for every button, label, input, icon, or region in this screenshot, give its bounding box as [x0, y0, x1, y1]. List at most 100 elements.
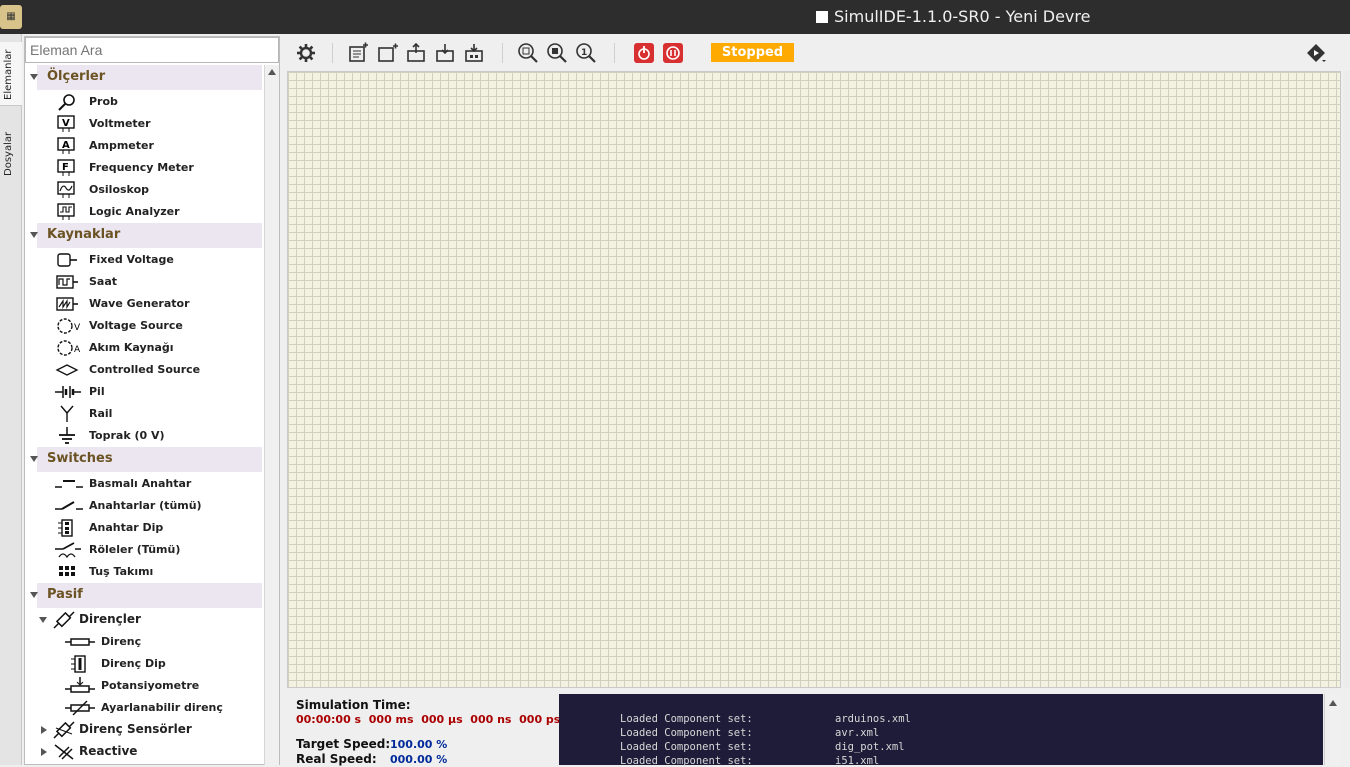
log-file: avr.xml	[835, 727, 880, 739]
chevron-right-icon[interactable]	[41, 726, 47, 734]
frequency-meter-icon: F	[55, 159, 79, 177]
item-label: Akım Kaynağı	[89, 341, 174, 354]
open-button[interactable]	[405, 41, 429, 65]
list-item-potansiyometre[interactable]: Potansiyometre	[65, 675, 263, 697]
list-item-controlled-source[interactable]: Controlled Source	[53, 359, 263, 381]
svg-text:A: A	[62, 140, 70, 151]
target-speed-value: 100.00 %	[390, 738, 448, 751]
list-item-direnc-dip[interactable]: Direnç Dip	[65, 653, 263, 675]
log-scrollbar[interactable]	[1324, 694, 1340, 765]
chevron-down-icon[interactable]	[30, 232, 38, 238]
list-item-saat[interactable]: Saat	[53, 271, 263, 293]
variable-resistor-icon	[65, 699, 95, 717]
settings-button[interactable]	[294, 41, 318, 65]
zoom-fit-icon	[518, 43, 538, 63]
category-kaynaklar[interactable]: Kaynaklar	[30, 223, 262, 248]
list-item-osiloskop[interactable]: Osiloskop	[53, 179, 263, 201]
list-item-voltage-source[interactable]: V Voltage Source	[53, 315, 263, 337]
keypad-icon	[55, 563, 79, 581]
simulation-panel: Simulation Time: 00:00:00 s 000 ms 000 µ…	[287, 690, 1350, 767]
toolbar: 1 Stopped	[284, 36, 1350, 70]
item-label: Toprak (0 V)	[89, 429, 165, 442]
zoom-one-button[interactable]: 1	[574, 41, 598, 65]
component-search-input[interactable]	[25, 37, 279, 63]
tab-components-label: Elemanlar	[3, 49, 14, 100]
save-button[interactable]	[434, 41, 458, 65]
category-pasif[interactable]: Pasif	[30, 583, 262, 608]
probe-icon	[55, 93, 79, 111]
group-direncler[interactable]: Dirençler	[39, 609, 263, 631]
item-label: Direnç	[101, 635, 142, 648]
save-as-button[interactable]	[463, 41, 487, 65]
list-item-frequency-meter[interactable]: F Frequency Meter	[53, 157, 263, 179]
list-item-voltmeter[interactable]: V Voltmeter	[53, 113, 263, 135]
scroll-up-icon[interactable]	[1329, 700, 1337, 706]
chevron-down-icon[interactable]	[30, 456, 38, 462]
app-logo-icon[interactable]: ▦	[0, 5, 22, 29]
window-square-icon	[816, 11, 828, 23]
tab-files[interactable]: Dosyalar	[0, 128, 22, 184]
list-item-pil[interactable]: Pil	[53, 381, 263, 403]
list-item-direnc[interactable]: Direnç	[65, 631, 263, 653]
circuit-canvas[interactable]	[287, 71, 1341, 688]
item-label: Pil	[89, 385, 105, 398]
power-button[interactable]	[632, 41, 656, 65]
list-item-prob[interactable]: Prob	[53, 91, 263, 113]
pause-button[interactable]	[661, 41, 685, 65]
tab-files-label: Dosyalar	[3, 131, 14, 176]
category-switches[interactable]: Switches	[30, 447, 262, 472]
chevron-down-icon[interactable]	[30, 592, 38, 598]
list-item-logic-analyzer[interactable]: Logic Analyzer	[53, 201, 263, 223]
battery-icon	[55, 383, 81, 401]
list-item-wave-generator[interactable]: Wave Generator	[53, 293, 263, 315]
add-file-button[interactable]	[376, 41, 400, 65]
tab-components[interactable]: Elemanlar	[0, 42, 22, 106]
zoom-selected-button[interactable]	[545, 41, 569, 65]
reactive-icon	[53, 743, 75, 761]
list-item-akim-kaynagi[interactable]: A Akım Kaynağı	[53, 337, 263, 359]
side-tab-bar: Elemanlar Dosyalar	[0, 34, 22, 765]
log-message: Loaded Component set:	[620, 713, 753, 725]
chevron-down-icon[interactable]	[39, 617, 47, 623]
chevron-down-icon[interactable]	[30, 74, 38, 80]
list-item-toprak[interactable]: Toprak (0 V)	[53, 425, 263, 447]
tree-scrollbar[interactable]	[264, 65, 279, 765]
simulation-time-value: 00:00:00 s 000 ms 000 µs 000 ns 000 ps	[296, 713, 561, 726]
potentiometer-icon	[65, 677, 95, 695]
list-item-anahtar-dip[interactable]: Anahtar Dip	[53, 517, 263, 539]
debug-button[interactable]	[1304, 41, 1328, 65]
scroll-up-icon[interactable]	[268, 69, 276, 75]
canvas-scrollbar[interactable]	[1343, 71, 1350, 688]
resistor-dip-icon	[65, 655, 95, 673]
list-item-ayarlanabilir-direnc[interactable]: Ayarlanabilir direnç	[65, 697, 263, 719]
gear-icon	[297, 44, 315, 62]
group-direnc-sensorler[interactable]: Direnç Sensörler	[39, 719, 263, 741]
list-item-ampmeter[interactable]: A Ampmeter	[53, 135, 263, 157]
category-label: Ölçerler	[47, 69, 106, 84]
list-item-anahtarlar[interactable]: Anahtarlar (tümü)	[53, 495, 263, 517]
zoom-fit-button[interactable]	[516, 41, 540, 65]
logic-analyzer-icon	[55, 203, 79, 221]
voltage-source-icon: V	[55, 317, 81, 335]
category-olculer[interactable]: Ölçerler	[30, 65, 262, 90]
list-item-basmali-anahtar[interactable]: Basmalı Anahtar	[53, 473, 263, 495]
window-title-text: SimulIDE-1.1.0-SR0 - Yeni Devre	[834, 7, 1091, 26]
item-label: Direnç Dip	[101, 657, 166, 670]
save-icon	[436, 44, 454, 62]
current-source-icon: A	[55, 339, 81, 357]
list-item-rail[interactable]: Rail	[53, 403, 263, 425]
oscilloscope-icon	[55, 181, 79, 199]
target-speed-label: Target Speed:	[296, 737, 391, 751]
component-tree: Ölçerler Prob V Voltmeter A Ampmeter F F…	[25, 65, 263, 765]
new-circuit-button[interactable]	[347, 41, 371, 65]
list-item-tus-takimi[interactable]: Tuş Takımı	[53, 561, 263, 583]
toolbar-separator	[332, 43, 333, 63]
item-label: Ayarlanabilir direnç	[101, 701, 223, 714]
chevron-right-icon[interactable]	[41, 748, 47, 756]
list-item-fixed-voltage[interactable]: Fixed Voltage	[53, 249, 263, 271]
group-reactive[interactable]: Reactive	[39, 741, 263, 763]
item-label: Logic Analyzer	[89, 205, 180, 218]
real-speed-value: 000.00 %	[390, 753, 448, 766]
relay-icon	[55, 541, 81, 559]
list-item-roleler[interactable]: Röleler (Tümü)	[53, 539, 263, 561]
